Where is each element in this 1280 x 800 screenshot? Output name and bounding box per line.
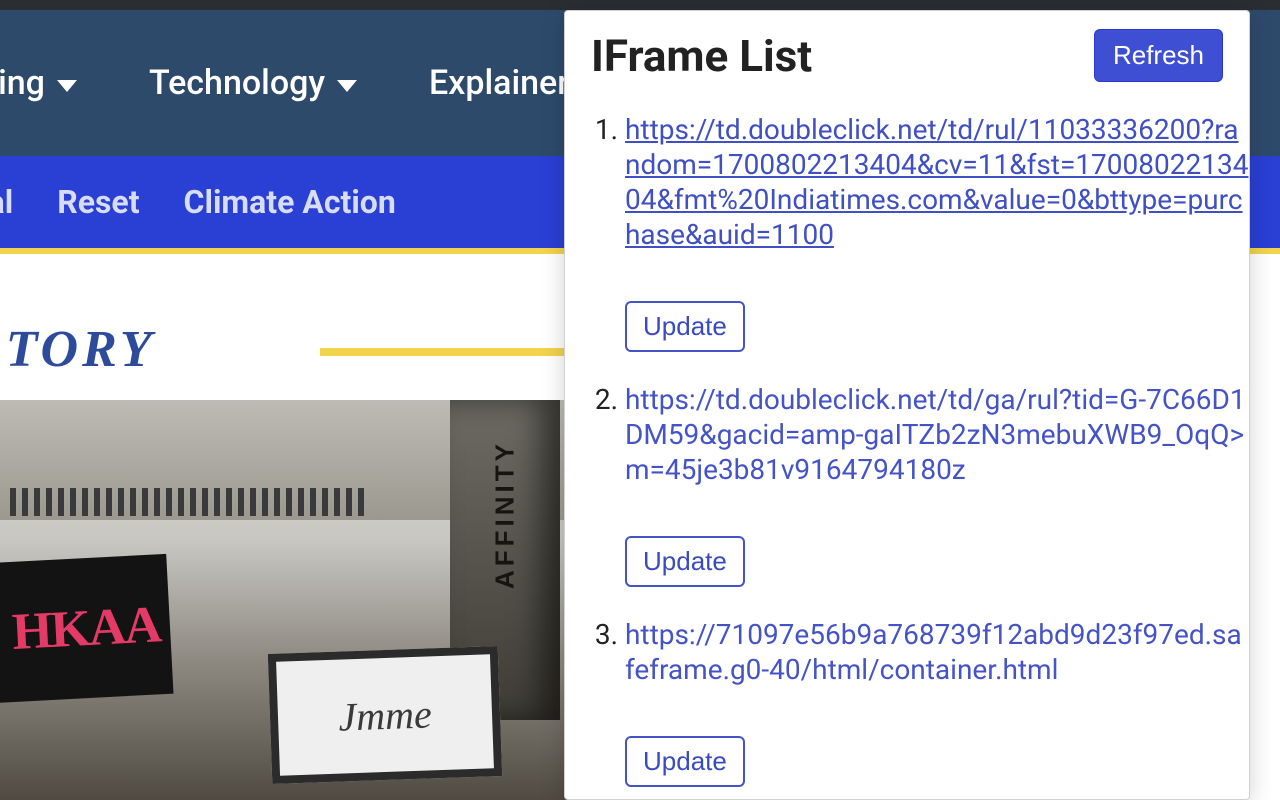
nav-item-technology[interactable]: Technology: [149, 63, 357, 103]
hero-shop-sign-white-text: Jmme: [338, 690, 433, 740]
iframe-list: https://td.doubleclick.net/td/rul/110333…: [591, 112, 1249, 800]
update-button[interactable]: Update: [625, 536, 745, 587]
subnav-item-climate-action[interactable]: Climate Action: [184, 183, 396, 221]
nav-item-explainer[interactable]: Explainer: [429, 63, 569, 103]
hero-railings: [10, 488, 440, 516]
chevron-down-icon: [57, 80, 77, 92]
heading-underline: [320, 348, 580, 356]
iframe-list-panel: IFrame List Refresh https://td.doublecli…: [564, 10, 1250, 800]
iframe-url-link[interactable]: https://td.doubleclick.net/td/rul/110333…: [625, 112, 1249, 252]
iframe-list-item: https://71097e56b9a768739f12abd9d23f97ed…: [625, 617, 1249, 787]
hero-shop-sign-red: HKAA: [0, 554, 173, 706]
iframe-list-item: https://td.doubleclick.net/td/rul/110333…: [625, 112, 1249, 352]
refresh-button[interactable]: Refresh: [1094, 29, 1223, 82]
panel-title: IFrame List: [591, 30, 812, 82]
iframe-list-item: https://td.doubleclick.net/td/ga/rul?tid…: [625, 382, 1249, 587]
update-button[interactable]: Update: [625, 736, 745, 787]
iframe-url-link[interactable]: https://td.doubleclick.net/td/ga/rul?tid…: [625, 382, 1249, 487]
panel-header: IFrame List Refresh: [591, 29, 1249, 82]
hero-image: AFFINITY HKAA Jmme: [0, 400, 580, 800]
nav-item-label: Technology: [149, 63, 325, 103]
iframe-url-link[interactable]: https://71097e56b9a768739f12abd9d23f97ed…: [625, 617, 1249, 687]
nav-item-trending[interactable]: nding: [0, 63, 77, 103]
subnav-item-reset[interactable]: Reset: [57, 183, 139, 221]
section-heading-big-story: IG STORY: [0, 320, 156, 379]
hero-shop-sign-red-text: HKAA: [11, 595, 162, 662]
subnav-item-likealocal[interactable]: keALocal: [0, 183, 13, 221]
browser-chrome-strip: [0, 0, 1280, 10]
nav-item-label: nding: [0, 63, 45, 103]
hero-pillar-text: AFFINITY: [490, 440, 521, 589]
chevron-down-icon: [337, 80, 357, 92]
hero-shop-sign-white: Jmme: [268, 646, 502, 784]
nav-item-label: Explainer: [429, 63, 569, 103]
update-button[interactable]: Update: [625, 301, 745, 352]
